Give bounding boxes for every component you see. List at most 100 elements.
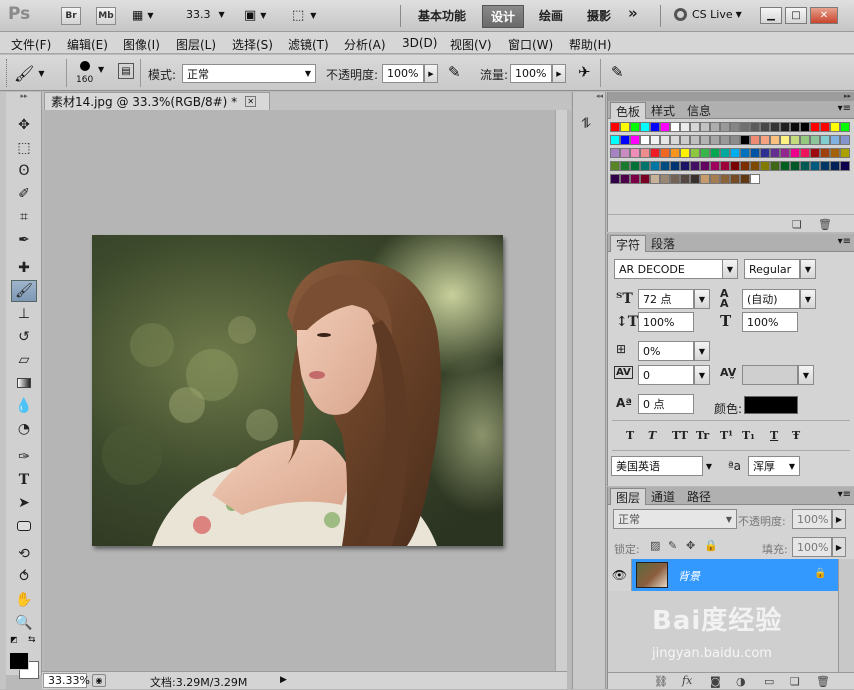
color-swatch[interactable] [770,148,780,158]
layer-row-background[interactable]: 👁 背景 🔒 [608,559,838,591]
brush-panel-toggle[interactable]: ▤ [118,63,134,79]
color-swatch[interactable] [620,148,630,158]
color-swatch[interactable] [720,122,730,132]
new-group-button[interactable]: ▭ [764,675,774,688]
tab-character[interactable]: 字符 [610,235,647,252]
color-swatch[interactable] [740,135,750,145]
menu-edit[interactable]: 编辑(E) [67,36,108,53]
horizontal-scale-input[interactable]: 100% [742,312,798,332]
3d-orbit-tool[interactable]: ⥀ [11,566,37,588]
color-swatch[interactable] [630,174,640,184]
foreground-color-swatch[interactable] [9,652,29,670]
color-swatch[interactable] [740,174,750,184]
all-caps-button[interactable]: TT [672,429,688,442]
color-swatch[interactable] [700,135,710,145]
color-swatch[interactable] [740,122,750,132]
color-swatch[interactable] [620,135,630,145]
color-swatch[interactable] [840,135,850,145]
mode-select[interactable]: 正常 ▼ [182,64,316,83]
grip-handle[interactable] [6,59,9,87]
brush-tool[interactable]: 🖌 [11,280,37,302]
color-swatch[interactable] [700,122,710,132]
fill-slider[interactable]: ▶ [832,537,846,557]
fill-input[interactable]: 100% [792,537,832,557]
color-swatch[interactable] [740,148,750,158]
layers-scrollbar[interactable] [838,559,854,674]
strikethrough-button[interactable]: Ŧ [792,429,800,442]
color-swatch[interactable] [750,135,760,145]
move-tool[interactable]: ✥ [11,114,37,136]
menu-layer[interactable]: 图层(L) [176,36,216,53]
add-mask-button[interactable]: ◙ [710,675,721,688]
font-size-input[interactable]: 72 点 [638,289,694,309]
zoom-tool[interactable]: 🔍 [11,612,37,634]
color-swatch[interactable] [830,148,840,158]
adjustment-layer-button[interactable]: ◑ [736,675,746,688]
tab-styles[interactable]: 样式 [646,102,680,119]
superscript-button[interactable]: T¹ [720,429,733,442]
color-swatch[interactable] [780,148,790,158]
color-swatch[interactable] [630,135,640,145]
delete-layer-button[interactable]: 🗑 [816,675,830,688]
menu-filter[interactable]: 滤镜(T) [288,36,329,53]
color-swatch[interactable] [720,161,730,171]
tab-channels[interactable]: 通道 [646,488,680,505]
language-dropdown[interactable]: ▼ [701,456,717,476]
status-menu-button[interactable]: ▶ [280,675,287,685]
close-button[interactable]: ✕ [810,7,838,24]
font-family-dropdown[interactable]: ▼ [722,259,738,279]
layer-opacity-slider[interactable]: ▶ [832,509,846,529]
menu-file[interactable]: 文件(F) [11,36,51,53]
tab-paragraph[interactable]: 段落 [646,235,680,252]
color-swatch[interactable] [820,148,830,158]
leading-dropdown[interactable]: ▼ [800,289,816,309]
color-swatch[interactable] [650,148,660,158]
color-swatch[interactable] [610,174,620,184]
color-swatch[interactable] [790,135,800,145]
lock-transparency-button[interactable]: ▨ [650,539,660,552]
tracking-dropdown[interactable]: ▼ [798,365,814,385]
3d-rotate-tool[interactable]: ⟲ [11,543,37,565]
color-swatch[interactable] [670,135,680,145]
bridge-button[interactable]: Br [61,7,81,25]
menu-3d[interactable]: 3D(D) [402,36,437,50]
color-swatch[interactable] [640,148,650,158]
flow-slider-button[interactable]: ▶ [552,64,566,83]
font-style-select[interactable]: Regular [744,259,800,279]
swatch-grid[interactable] [610,121,850,207]
color-swatch[interactable] [780,122,790,132]
baseline-shift-input[interactable]: 0 点 [638,394,694,414]
color-swatch[interactable] [690,135,700,145]
pressure-opacity-button[interactable]: ✎ [448,63,461,81]
color-swatch[interactable] [800,122,810,132]
color-swatch[interactable] [680,148,690,158]
color-swatch[interactable] [760,122,770,132]
color-swatch[interactable] [610,161,620,171]
color-swatch[interactable] [610,148,620,158]
color-swatch[interactable] [750,174,760,184]
layer-style-button[interactable]: fx [682,674,692,687]
collapse-panels-button[interactable]: ◂◂ [573,92,605,101]
color-swatch[interactable] [640,135,650,145]
color-swatch[interactable] [690,161,700,171]
color-swatch[interactable] [610,122,620,132]
lock-all-button[interactable]: 🔒 [704,539,718,552]
document-tab[interactable]: 素材14.jpg @ 33.3%(RGB/8#) * ✕ [44,92,270,110]
tab-info[interactable]: 信息 [682,102,716,119]
color-swatch[interactable] [820,161,830,171]
close-document-button[interactable]: ✕ [245,96,257,107]
color-swatch[interactable] [830,135,840,145]
brush-preset-picker[interactable]: 160 ▼ [76,59,106,87]
color-swatch[interactable] [660,174,670,184]
color-swatch[interactable] [820,122,830,132]
color-swatch[interactable] [750,122,760,132]
color-swatch[interactable] [680,122,690,132]
color-swatch[interactable] [790,148,800,158]
screen-mode-dropdown[interactable]: ⬚ ▼ [292,8,316,23]
menu-image[interactable]: 图像(I) [123,36,160,53]
pressure-size-button[interactable]: ✎ [611,63,624,81]
color-swatch[interactable] [780,135,790,145]
workspace-essentials[interactable]: 基本功能 [418,7,466,24]
more-workspaces-button[interactable]: » [628,4,638,22]
history-brush-tool[interactable]: ↺ [11,326,37,348]
